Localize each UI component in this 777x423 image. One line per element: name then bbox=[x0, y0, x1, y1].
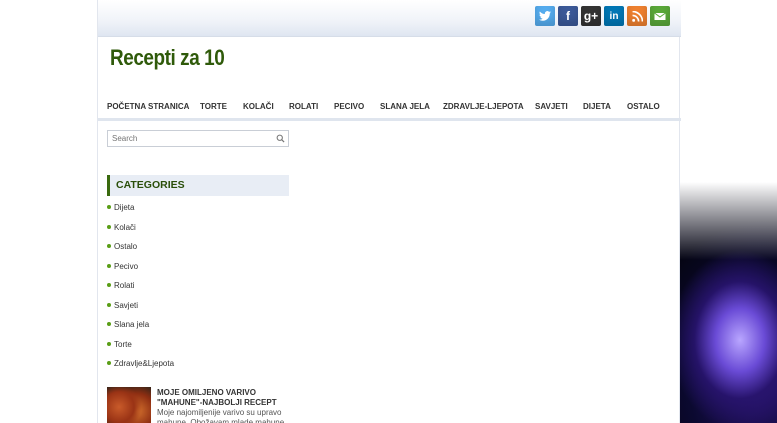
facebook-icon[interactable]: f bbox=[558, 6, 578, 26]
twitter-icon[interactable] bbox=[535, 6, 555, 26]
category-link-ostalo[interactable]: Ostalo bbox=[107, 241, 174, 261]
nav-item-zdravlje-ljepota[interactable]: ZDRAVLJE-LJEPOTA bbox=[443, 102, 524, 111]
nav-item-pocetna-stranica[interactable]: POČETNA STRANICA bbox=[107, 102, 189, 111]
categories-title: CATEGORIES bbox=[116, 179, 185, 191]
nav-item-ostalo[interactable]: OSTALO bbox=[627, 102, 660, 111]
category-link-dijeta[interactable]: Dijeta bbox=[107, 202, 174, 222]
social-icons: f g+ in bbox=[535, 6, 670, 26]
category-link-pecivo[interactable]: Pecivo bbox=[107, 261, 174, 281]
nav-item-savjeti[interactable]: SAVJETI bbox=[535, 102, 568, 111]
nav-item-pecivo[interactable]: PECIVO bbox=[334, 102, 364, 111]
nav-item-slana-jela[interactable]: SLANA JELA bbox=[380, 102, 430, 111]
categories-list: Dijeta Kolači Ostalo Pecivo Rolati Savje… bbox=[107, 202, 174, 378]
category-link-zdravlje-ljepota[interactable]: Zdravlje&Ljepota bbox=[107, 358, 174, 378]
linkedin-icon[interactable]: in bbox=[604, 6, 624, 26]
category-link-rolati[interactable]: Rolati bbox=[107, 280, 174, 300]
nav-item-torte[interactable]: TORTE bbox=[200, 102, 227, 111]
post-title[interactable]: MOJE OMILJENO VARIVO "MAHUNE"-NAJBOLJI R… bbox=[157, 388, 289, 408]
post-thumbnail[interactable] bbox=[107, 387, 151, 423]
page-container: f g+ in Recepti za 10 POČETNA STRANICA T… bbox=[97, 0, 681, 423]
nav-item-rolati[interactable]: ROLATI bbox=[289, 102, 318, 111]
email-icon[interactable] bbox=[650, 6, 670, 26]
site-title[interactable]: Recepti za 10 bbox=[110, 45, 225, 71]
search-input[interactable] bbox=[108, 131, 281, 146]
google-plus-icon[interactable]: g+ bbox=[581, 6, 601, 26]
categories-header: CATEGORIES bbox=[107, 175, 289, 196]
rss-icon[interactable] bbox=[627, 6, 647, 26]
top-bar: f g+ in bbox=[98, 0, 681, 37]
search-icon[interactable] bbox=[276, 134, 285, 143]
recent-post: MOJE OMILJENO VARIVO "MAHUNE"-NAJBOLJI R… bbox=[107, 387, 289, 423]
nav-item-kolaci[interactable]: KOLAČI bbox=[243, 102, 274, 111]
main-navigation: POČETNA STRANICA TORTE KOLAČI ROLATI PEC… bbox=[98, 98, 681, 121]
post-excerpt: Moje najomiljenije varivo su upravo mahu… bbox=[157, 408, 285, 423]
nav-item-dijeta[interactable]: DIJETA bbox=[583, 102, 611, 111]
category-link-kolaci[interactable]: Kolači bbox=[107, 222, 174, 242]
search-box bbox=[107, 130, 289, 147]
category-link-slana-jela[interactable]: Slana jela bbox=[107, 319, 174, 339]
category-link-savjeti[interactable]: Savjeti bbox=[107, 300, 174, 320]
category-link-torte[interactable]: Torte bbox=[107, 339, 174, 359]
page-background-left bbox=[0, 0, 97, 423]
page-background-right bbox=[680, 0, 777, 423]
